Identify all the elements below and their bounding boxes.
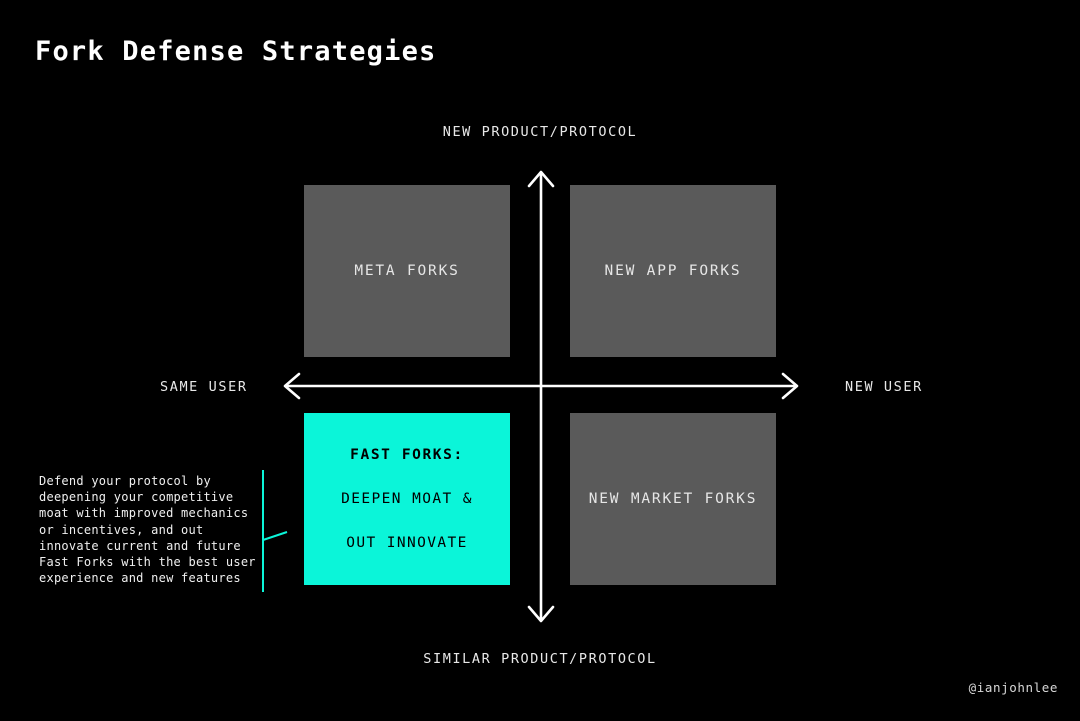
- axis-label-right: NEW USER: [845, 379, 923, 395]
- connector-pointer-line: [262, 531, 288, 541]
- quadrant-label-fast-forks: FAST FORKS: DEEPEN MOAT & OUT INNOVATE: [341, 422, 473, 576]
- quadrant-box-new-market-forks[interactable]: NEW MARKET FORKS: [570, 413, 776, 585]
- fast-forks-heading: FAST FORKS:: [350, 447, 464, 463]
- quadrant-label-new-market-forks: NEW MARKET FORKS: [588, 490, 758, 507]
- axis-label-bottom: SIMILAR PRODUCT/PROTOCOL: [423, 651, 657, 667]
- quadrant-label-new-app-forks: NEW APP FORKS: [604, 262, 742, 279]
- axis-label-top: NEW PRODUCT/PROTOCOL: [442, 124, 638, 140]
- slide-canvas: Fork Defense Strategies NEW PRODUCT/PROT…: [0, 0, 1080, 721]
- author-handle: @ianjohnlee: [968, 680, 1058, 695]
- quadrant-box-meta-forks[interactable]: META FORKS: [304, 185, 510, 357]
- quadrant-box-fast-forks[interactable]: FAST FORKS: DEEPEN MOAT & OUT INNOVATE: [304, 413, 510, 585]
- fast-forks-line-3: OUT INNOVATE: [346, 535, 468, 551]
- quadrant-label-meta-forks: META FORKS: [354, 262, 460, 279]
- axis-label-left: SAME USER: [160, 379, 248, 395]
- axis-arrow-left-icon: [283, 372, 301, 400]
- page-title: Fork Defense Strategies: [35, 36, 437, 67]
- axis-arrow-right-icon: [781, 372, 799, 400]
- annotation-text: Defend your protocol by deepening your c…: [39, 474, 256, 586]
- axis-arrow-down-icon: [527, 605, 555, 623]
- quadrant-box-new-app-forks[interactable]: NEW APP FORKS: [570, 185, 776, 357]
- quadrant-axes: [283, 170, 799, 623]
- fast-forks-line-2: DEEPEN MOAT &: [341, 491, 473, 507]
- axis-arrow-up-icon: [527, 170, 555, 188]
